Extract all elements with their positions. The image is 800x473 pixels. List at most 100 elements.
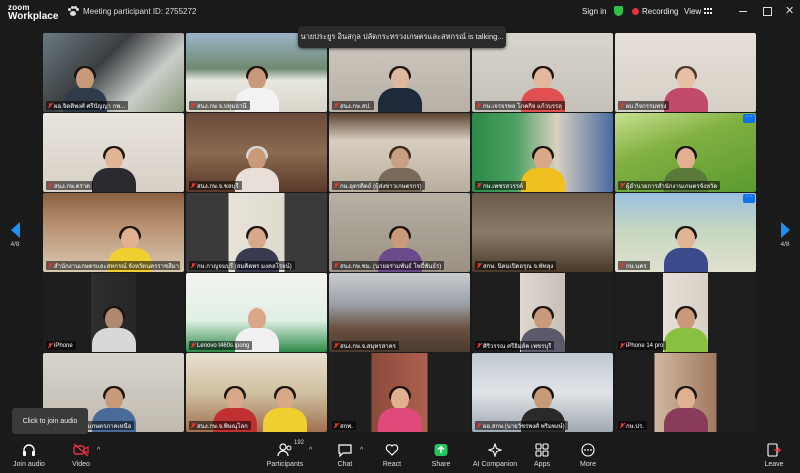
muted-mic-icon	[334, 102, 338, 109]
view-button[interactable]: View	[684, 7, 701, 16]
muted-mic-icon	[191, 182, 195, 189]
participant-tile[interactable]: กษ.กาญจนบุรี (สมคิดพร มงคลโรจน์)	[186, 193, 327, 272]
meeting-info[interactable]: Meeting participant ID: 2755272	[68, 6, 196, 16]
participant-tile[interactable]: สกษ. นิคมเปิดอรุณ จ.พัทลุง	[472, 193, 613, 272]
muted-mic-icon	[191, 262, 195, 269]
participant-name: สนง.กษ.จ.ชลบุรี	[189, 181, 242, 190]
participant-name: สนง.กษ.จ.สมุทรสาคร	[332, 341, 399, 350]
participant-name: ผู้อำนวยการสำนักงานเกษตรจังหวัด	[618, 181, 721, 190]
video-off-icon	[73, 443, 89, 459]
participant-tile[interactable]: ศิริวรรณ ศรีอิมส์ค เพชรบุรี	[472, 273, 613, 352]
participant-name: iPhone	[46, 341, 76, 350]
muted-mic-icon	[191, 102, 195, 109]
participant-tile[interactable]: iPhone	[43, 273, 184, 352]
share-label: Share	[431, 461, 451, 468]
participant-name: กษ.ปร.	[618, 421, 647, 430]
more-label: More	[580, 461, 596, 468]
next-page-button[interactable]: 4/8	[778, 222, 792, 252]
ai-companion-button[interactable]: AI Companion	[472, 442, 518, 471]
muted-mic-icon	[620, 342, 624, 349]
participant-tile[interactable]: ผอ.สกษ.(นายวัชรพงศ์ พริมพงษ์)	[472, 353, 613, 432]
shield-icon[interactable]	[614, 6, 623, 16]
chevron-left-icon	[10, 222, 20, 238]
recording-icon	[632, 8, 639, 15]
video-label: Video	[72, 461, 90, 468]
participant-tile[interactable]: สนง.กษ.จ.สมุทรสาคร	[329, 273, 470, 352]
participant-tile[interactable]: ผอ.จิตติพงศ์ ศรีปัญญา กพ...	[43, 33, 184, 112]
chat-button[interactable]: Chat	[334, 443, 356, 471]
previous-page-button[interactable]: 4/8	[8, 222, 22, 252]
chevron-up-icon[interactable]: ^	[309, 447, 312, 454]
more-button[interactable]: More	[578, 443, 598, 471]
sign-in-link[interactable]: Sign in	[582, 7, 606, 16]
participant-tile[interactable]: ผบ.กิจกรรมทรง	[615, 33, 756, 112]
recording-label[interactable]: Recording	[642, 7, 678, 16]
participant-name: กษ.นคร	[618, 261, 650, 270]
video-gallery: ผอ.จิตติพงศ์ ศรีปัญญา กพ... สนง.กษ.จ.ปทุ…	[43, 33, 757, 433]
participant-name: สำนักงานเกษตรและสหกรณ์ จังหวัดนครราชสีมา	[46, 261, 180, 270]
participants-button[interactable]: Participants	[264, 443, 306, 471]
participant-tile[interactable]: สกพ.	[329, 353, 470, 432]
participant-tile[interactable]: ··· ผู้อำนวยการสำนักงานเกษตรจังหวัด	[615, 113, 756, 192]
muted-mic-icon	[191, 342, 195, 349]
muted-mic-icon	[620, 262, 624, 269]
close-icon[interactable]: ✕	[785, 6, 795, 17]
chat-label: Chat	[337, 461, 353, 468]
muted-mic-icon	[477, 262, 481, 269]
muted-mic-icon	[48, 262, 52, 269]
page-indicator-left: 4/8	[10, 241, 20, 248]
leave-label: Leave	[764, 461, 784, 468]
maximize-icon[interactable]	[762, 6, 772, 16]
headphones-icon	[22, 443, 36, 459]
participants-label: Participants	[266, 461, 304, 468]
chat-icon	[338, 443, 352, 459]
participant-name: กษ.เพชรสวรรค์	[475, 181, 527, 190]
share-button[interactable]: Share	[429, 443, 453, 471]
participant-tile[interactable]: สนง.กษ.จ.ชลบุรี	[186, 113, 327, 192]
participant-name: ผอ.จิตติพงศ์ ศรีปัญญา กพ...	[46, 101, 129, 110]
paw-icon	[68, 6, 79, 16]
video-button[interactable]: Video	[66, 443, 96, 471]
participant-tile[interactable]: สนง.กษ.จ.พิษณุโลก	[186, 353, 327, 432]
participant-tile[interactable]: สำนักงานเกษตรและสหกรณ์ จังหวัดนครราชสีมา	[43, 193, 184, 272]
react-button[interactable]: React	[380, 443, 404, 471]
muted-mic-icon	[620, 422, 624, 429]
participants-icon	[277, 443, 293, 459]
join-audio-button[interactable]: Join audio	[10, 443, 48, 471]
minimize-icon[interactable]	[738, 6, 748, 16]
more-options-button[interactable]: ···	[743, 193, 755, 203]
participant-tile[interactable]: กษ.ปร.	[615, 353, 756, 432]
muted-mic-icon	[334, 182, 338, 189]
muted-mic-icon	[477, 422, 481, 429]
participant-tile[interactable]: กษ.อุตรดิตถ์ (ผู้ส่งข่าวเกษตรกร)	[329, 113, 470, 192]
ai-companion-label: AI Companion	[472, 461, 518, 468]
grid-icon[interactable]	[704, 8, 712, 15]
participant-tile[interactable]: กษ.เพชรสวรรค์	[472, 113, 613, 192]
muted-mic-icon	[477, 182, 481, 189]
join-audio-tooltip: Click to join audio	[12, 408, 88, 434]
participant-name: ศิริวรรณ ศรีอิมส์ค เพชรบุรี	[475, 341, 555, 350]
react-label: React	[382, 461, 402, 468]
participant-tile[interactable]: ··· กษ.นคร	[615, 193, 756, 272]
sparkle-icon	[487, 442, 503, 459]
leave-button[interactable]: Leave	[764, 443, 784, 471]
more-options-button[interactable]: ···	[743, 113, 755, 123]
participant-tile[interactable]: สนง.กษ.ชม. (นายอร่ามพันธ์ โพธิ์พันธ์ร)	[329, 193, 470, 272]
participant-name: ผอ.สกษ.(นายวัชรพงศ์ พริมพงษ์)	[475, 421, 568, 430]
participant-count: 192	[294, 440, 305, 446]
participant-name: สนง.กษ.จ.ปทุมธานี	[189, 101, 250, 110]
meeting-id-text: Meeting participant ID: 2755272	[83, 6, 197, 16]
chevron-up-icon[interactable]: ^	[360, 447, 363, 454]
apps-icon	[535, 443, 549, 459]
chevron-up-icon[interactable]: ^	[97, 447, 100, 454]
participant-name: กษ.เจรจรพล โภคกิจ แก้วบรรลุ	[475, 101, 565, 110]
apps-button[interactable]: Apps	[532, 443, 552, 471]
participant-tile[interactable]: Lenovo t460s ipong	[186, 273, 327, 352]
participant-name: กษ.กาญจนบุรี (สมคิดพร มงคลโรจน์)	[189, 261, 295, 270]
logo-line2: Workplace	[8, 11, 59, 22]
participant-name: Lenovo t460s ipong	[189, 341, 253, 350]
heart-icon	[385, 443, 399, 459]
participant-tile[interactable]: สนง.กษ.ตราด	[43, 113, 184, 192]
muted-mic-icon	[48, 182, 52, 189]
participant-tile[interactable]: iPhone 14 pro	[615, 273, 756, 352]
